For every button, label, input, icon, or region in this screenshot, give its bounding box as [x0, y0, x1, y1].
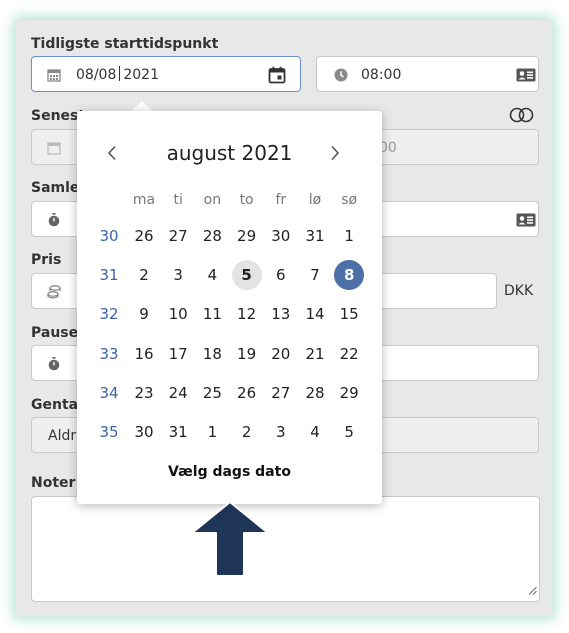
calendar-day[interactable]: 1	[197, 417, 227, 447]
calendar-day[interactable]: 6	[266, 260, 296, 290]
repeat-value: Aldr	[48, 428, 77, 444]
calendar-day[interactable]: 2	[232, 417, 262, 447]
weekday-header: fr	[275, 192, 287, 208]
calendar-day[interactable]: 18	[197, 339, 227, 369]
calendar-day[interactable]: 10	[163, 299, 193, 329]
weekday-header: sø	[341, 192, 358, 208]
calendar-day[interactable]: 2	[129, 260, 159, 290]
calendar-icon	[46, 140, 62, 156]
calendar-day[interactable]: 17	[163, 339, 193, 369]
calendar-day[interactable]: 1	[334, 221, 364, 251]
id-card-icon[interactable]	[516, 212, 536, 228]
calendar-day[interactable]: 29	[334, 378, 364, 408]
pause-label: Pause	[31, 325, 79, 341]
calendar-day[interactable]: 21	[300, 339, 330, 369]
weekday-header: ma	[132, 192, 156, 208]
calendar-day[interactable]: 24	[163, 378, 193, 408]
calendar-day[interactable]: 16	[129, 339, 159, 369]
selected-day[interactable]: 8	[334, 260, 365, 291]
time-value: 08:00	[361, 67, 402, 83]
calendar-day[interactable]: 26	[129, 221, 159, 251]
calendar-day[interactable]: 22	[334, 339, 364, 369]
today-button[interactable]: Vælg dags dato	[77, 464, 382, 480]
calendar-day[interactable]: 4	[300, 417, 330, 447]
earliest-start-time-input[interactable]: 08:00	[316, 56, 539, 92]
coins-icon	[46, 284, 62, 300]
price-label: Pris	[31, 252, 62, 268]
today-day[interactable]: 5	[231, 260, 262, 291]
week-number: 33	[99, 344, 119, 363]
calendar-day[interactable]: 11	[197, 299, 227, 329]
currency-label: DKK	[504, 283, 534, 299]
calendar-day[interactable]: 7	[300, 260, 330, 290]
next-month-button[interactable]	[325, 141, 345, 165]
week-number: 31	[99, 266, 119, 285]
datepicker-popup: august 2021 ma ti on to fr lø sø 30 26 27 28 29 30 31…	[77, 111, 382, 504]
weekday-header: lø	[308, 192, 322, 208]
calendar-picker-icon[interactable]	[267, 65, 287, 85]
calendar-day[interactable]: 28	[197, 221, 227, 251]
week-number: 35	[99, 423, 119, 441]
stopwatch-icon	[46, 356, 62, 372]
week-number: 32	[99, 305, 119, 324]
calendar-day[interactable]: 19	[232, 339, 262, 369]
week-number: 34	[99, 383, 119, 402]
calendar-day[interactable]: 29	[232, 221, 262, 251]
stopwatch-icon	[46, 212, 62, 228]
calendar-day[interactable]: 27	[266, 378, 296, 408]
calendar-day[interactable]: 4	[197, 260, 227, 290]
calendar-day[interactable]: 23	[129, 378, 159, 408]
calendar-day[interactable]: 12	[232, 299, 262, 329]
date-value-part: 2021	[123, 67, 159, 83]
calendar-day[interactable]: 13	[266, 299, 296, 329]
calendar-day[interactable]: 3	[266, 417, 296, 447]
clock-icon	[333, 67, 349, 83]
calendar-day[interactable]: 31	[300, 221, 330, 251]
earliest-start-label: Tidligste starttidspunkt	[31, 36, 219, 52]
text-cursor	[119, 66, 121, 81]
calendar-day[interactable]: 9	[129, 299, 159, 329]
calendar-day[interactable]: 30	[266, 221, 296, 251]
calendar-day[interactable]: 5	[334, 417, 364, 447]
calendar-day[interactable]: 30	[129, 417, 159, 447]
id-card-icon[interactable]	[516, 67, 536, 83]
calendar-day[interactable]: 15	[334, 299, 364, 329]
calendar-day[interactable]: 28	[300, 378, 330, 408]
notes-label: Noter	[31, 475, 76, 491]
weekday-header: to	[239, 192, 254, 208]
calendar-day[interactable]: 20	[266, 339, 296, 369]
calendar-day[interactable]: 26	[232, 378, 262, 408]
calendar-day[interactable]: 3	[163, 260, 193, 290]
date-value-part: 08/08	[76, 67, 117, 83]
total-label: Samle	[31, 180, 80, 196]
arrow-up-icon	[191, 501, 269, 577]
calendar-day[interactable]: 25	[197, 378, 227, 408]
resize-handle-icon[interactable]	[528, 580, 537, 599]
weekday-header: on	[203, 192, 222, 208]
toggle-switch-icon[interactable]	[509, 107, 535, 123]
calendar-icon	[46, 67, 62, 83]
chevron-right-icon	[331, 145, 340, 161]
calendar-day[interactable]: 27	[163, 221, 193, 251]
calendar-day[interactable]: 14	[300, 299, 330, 329]
calendar-day[interactable]: 31	[163, 417, 193, 447]
earliest-start-date-input[interactable]: 08/08 2021	[31, 56, 301, 92]
notes-textarea[interactable]	[31, 496, 540, 602]
weekday-header: ti	[173, 192, 183, 208]
week-number: 30	[99, 227, 119, 245]
